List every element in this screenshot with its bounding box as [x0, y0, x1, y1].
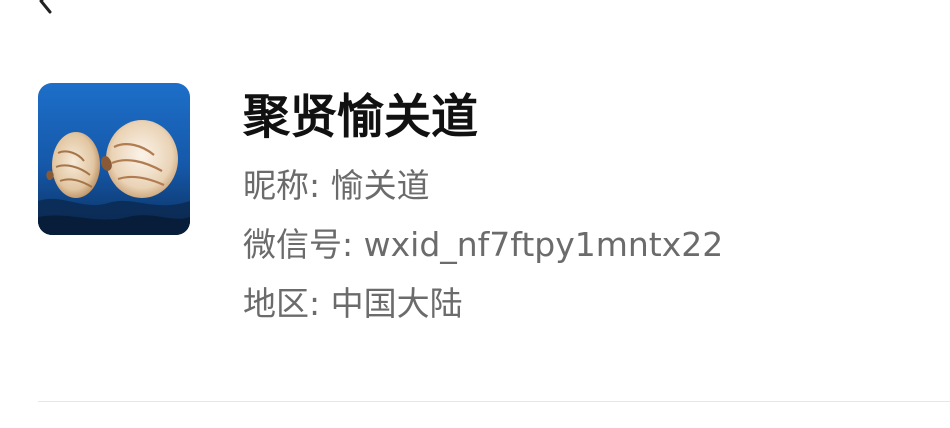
back-chevron-icon[interactable]: [30, 0, 60, 16]
region-label: 地区:: [243, 284, 321, 323]
nickname-value: 愉关道: [330, 166, 430, 205]
nickname-label: 昵称:: [243, 166, 321, 205]
region-row: 地区: 中国大陆: [243, 282, 463, 326]
avatar[interactable]: [38, 83, 190, 235]
wxid-row: 微信号: wxid_nf7ftpy1mntx22: [243, 223, 723, 267]
divider: [38, 401, 950, 402]
wxid-value: wxid_nf7ftpy1mntx22: [363, 225, 724, 264]
display-name: 聚贤愉关道: [243, 90, 478, 145]
wxid-label: 微信号:: [243, 225, 354, 264]
region-value: 中国大陆: [330, 284, 463, 323]
nickname-row: 昵称: 愉关道: [243, 164, 430, 208]
nautilus-photo-icon: [38, 83, 190, 235]
